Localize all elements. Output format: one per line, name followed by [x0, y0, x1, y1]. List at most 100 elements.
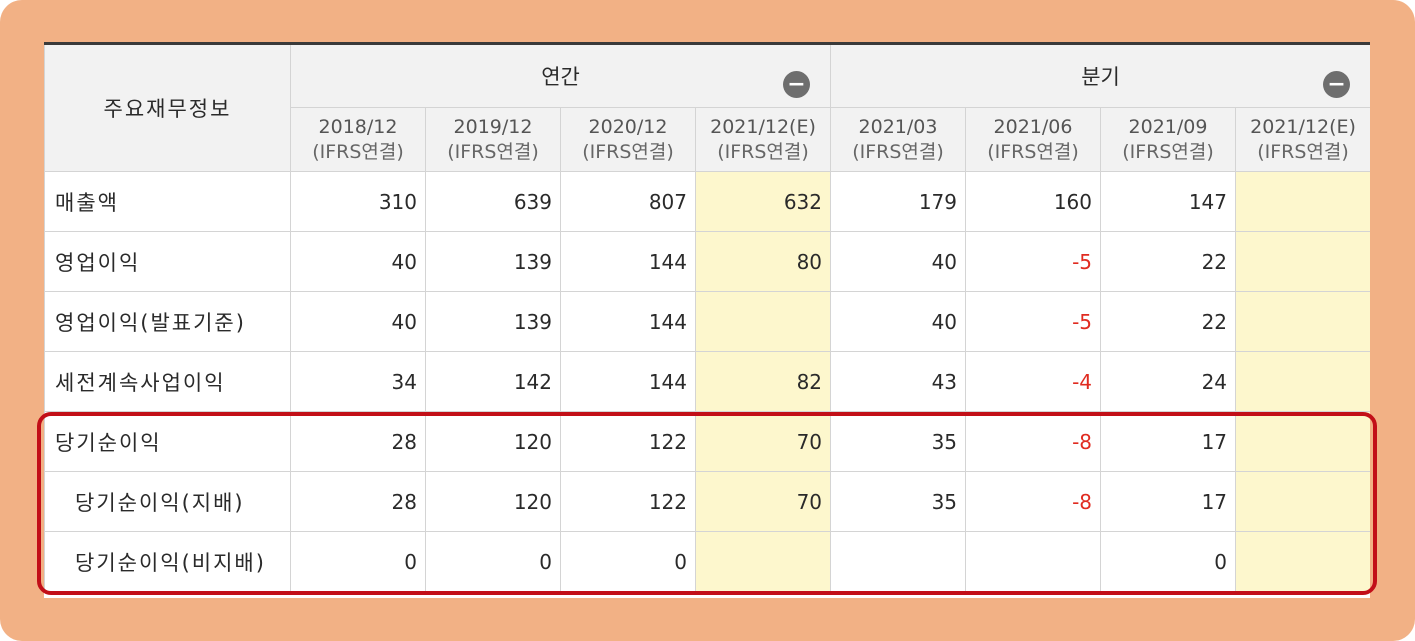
period-date: 2020/12 — [588, 115, 668, 138]
period-date: 2018/12 — [318, 115, 398, 138]
period-header: 2021/03 (IFRS연결) — [830, 107, 967, 172]
value-cell: 0 — [425, 531, 561, 592]
period-date: 2019/12 — [453, 115, 533, 138]
value-cell: 142 — [425, 351, 561, 412]
period-header: 2021/06 (IFRS연결) — [965, 107, 1102, 172]
value-cell: 34 — [290, 351, 426, 412]
value-cell: 807 — [560, 171, 696, 232]
value-cell: 0 — [560, 531, 696, 592]
minus-circle-icon[interactable]: − — [783, 71, 811, 98]
row-label: 당기순이익 — [44, 411, 291, 472]
row-label: 매출액 — [44, 171, 291, 232]
value-cell: 147 — [1100, 171, 1237, 232]
period-basis: (IFRS연결) — [717, 140, 809, 163]
value-cell — [694, 291, 832, 352]
value-cell: 22 — [1100, 231, 1237, 292]
period-date: 2021/06 — [993, 115, 1073, 138]
period-date: 2021/12(E) — [710, 115, 816, 138]
value-cell — [1235, 411, 1370, 472]
value-cell: 144 — [560, 291, 696, 352]
table-row: 매출액 310 639 807 632 179 160 147 — [44, 171, 1370, 232]
period-date: 2021/12(E) — [1250, 115, 1356, 138]
quarter-group-header: 분기 − — [830, 42, 1370, 108]
row-label: 당기순이익(비지배) — [44, 531, 291, 592]
row-label: 세전계속사업이익 — [44, 351, 291, 412]
table-row: 세전계속사업이익 34 142 144 82 43 -4 24 — [44, 351, 1370, 412]
period-basis: (IFRS연결) — [852, 140, 944, 163]
value-cell — [965, 531, 1102, 592]
value-cell: 144 — [560, 231, 696, 292]
value-cell: 139 — [425, 231, 561, 292]
table-row: 당기순이익(비지배) 0 0 0 0 — [44, 531, 1370, 592]
value-cell — [1235, 231, 1370, 292]
value-cell — [1235, 351, 1370, 412]
value-cell: 40 — [290, 231, 426, 292]
period-header: 2021/09 (IFRS연결) — [1100, 107, 1237, 172]
period-basis: (IFRS연결) — [1122, 140, 1214, 163]
value-cell: 310 — [290, 171, 426, 232]
value-cell: 40 — [830, 291, 967, 352]
period-date: 2021/09 — [1128, 115, 1208, 138]
header-main-label: 주요재무정보 — [44, 42, 291, 172]
row-label: 영업이익(발표기준) — [44, 291, 291, 352]
value-cell: 17 — [1100, 471, 1237, 532]
value-cell — [1235, 531, 1370, 592]
period-basis: (IFRS연결) — [987, 140, 1079, 163]
value-cell: 0 — [1100, 531, 1237, 592]
table-row: 당기순이익 28 120 122 70 35 -8 17 — [44, 411, 1370, 472]
value-cell: 17 — [1100, 411, 1237, 472]
value-cell: -4 — [965, 351, 1102, 412]
row-label: 영업이익 — [44, 231, 291, 292]
value-cell — [694, 531, 832, 592]
value-cell: 120 — [425, 411, 561, 472]
annual-group-header: 연간 − — [289, 42, 832, 108]
financial-table-panel: 주요재무정보 연간 − 분기 − 2018/12 (IFRS연결) 2019/12… — [44, 42, 1370, 598]
value-cell: -8 — [965, 411, 1102, 472]
period-date: 2021/03 — [858, 115, 938, 138]
table-row: 영업이익(발표기준) 40 139 144 40 -5 22 — [44, 291, 1370, 352]
period-basis: (IFRS연결) — [1257, 140, 1349, 163]
value-cell: 70 — [694, 411, 832, 472]
period-header: 2020/12 (IFRS연결) — [560, 107, 696, 172]
value-cell: 144 — [560, 351, 696, 412]
value-cell: 40 — [830, 231, 967, 292]
value-cell: 122 — [560, 411, 696, 472]
value-cell: 632 — [694, 171, 832, 232]
value-cell: 82 — [694, 351, 832, 412]
value-cell: -8 — [965, 471, 1102, 532]
value-cell: -5 — [965, 291, 1102, 352]
value-cell — [1235, 171, 1370, 232]
value-cell: 35 — [830, 411, 967, 472]
period-header: 2021/12(E) (IFRS연결) — [694, 107, 832, 172]
row-label: 당기순이익(지배) — [44, 471, 291, 532]
value-cell: 160 — [965, 171, 1102, 232]
value-cell: 35 — [830, 471, 967, 532]
value-cell: 639 — [425, 171, 561, 232]
value-cell: 80 — [694, 231, 832, 292]
value-cell: 120 — [425, 471, 561, 532]
period-header: 2019/12 (IFRS연결) — [425, 107, 561, 172]
value-cell: 139 — [425, 291, 561, 352]
value-cell: 28 — [290, 471, 426, 532]
frame: 주요재무정보 연간 − 분기 − 2018/12 (IFRS연결) 2019/12… — [0, 0, 1415, 641]
value-cell: 22 — [1100, 291, 1237, 352]
quarter-group-label: 분기 — [1081, 65, 1120, 89]
annual-group-label: 연간 — [541, 65, 580, 89]
value-cell — [830, 531, 967, 592]
table-row: 영업이익 40 139 144 80 40 -5 22 — [44, 231, 1370, 292]
value-cell: -5 — [965, 231, 1102, 292]
period-basis: (IFRS연결) — [312, 140, 404, 163]
minus-circle-icon[interactable]: − — [1323, 71, 1351, 98]
value-cell: 70 — [694, 471, 832, 532]
value-cell — [1235, 291, 1370, 352]
table-row: 당기순이익(지배) 28 120 122 70 35 -8 17 — [44, 471, 1370, 532]
value-cell: 43 — [830, 351, 967, 412]
period-basis: (IFRS연결) — [582, 140, 674, 163]
value-cell: 122 — [560, 471, 696, 532]
period-header: 2021/12(E) (IFRS연결) — [1235, 107, 1370, 172]
value-cell — [1235, 471, 1370, 532]
period-basis: (IFRS연결) — [447, 140, 539, 163]
value-cell: 179 — [830, 171, 967, 232]
period-header: 2018/12 (IFRS연결) — [290, 107, 426, 172]
value-cell: 40 — [290, 291, 426, 352]
